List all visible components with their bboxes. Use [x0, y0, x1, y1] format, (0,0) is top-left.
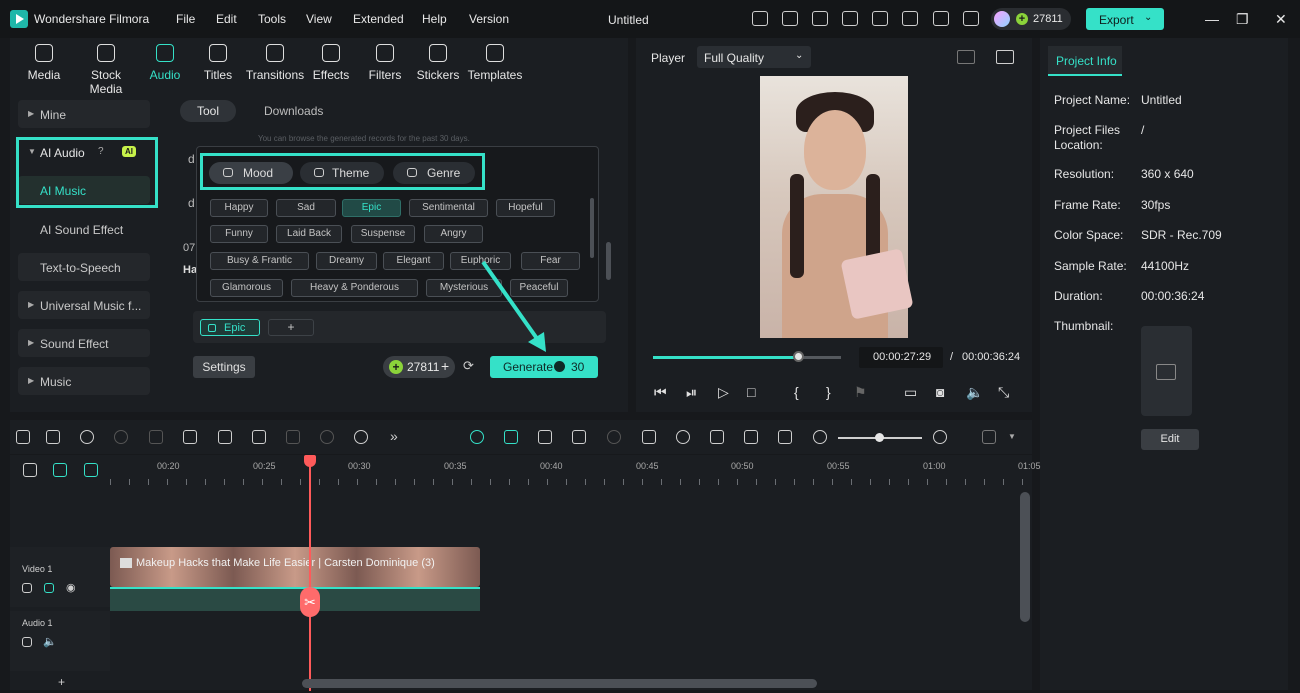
tutorial-arrow: [481, 260, 546, 352]
tutorial-arrow-head: [528, 332, 546, 352]
tutorial-arrow-line: [481, 260, 540, 342]
